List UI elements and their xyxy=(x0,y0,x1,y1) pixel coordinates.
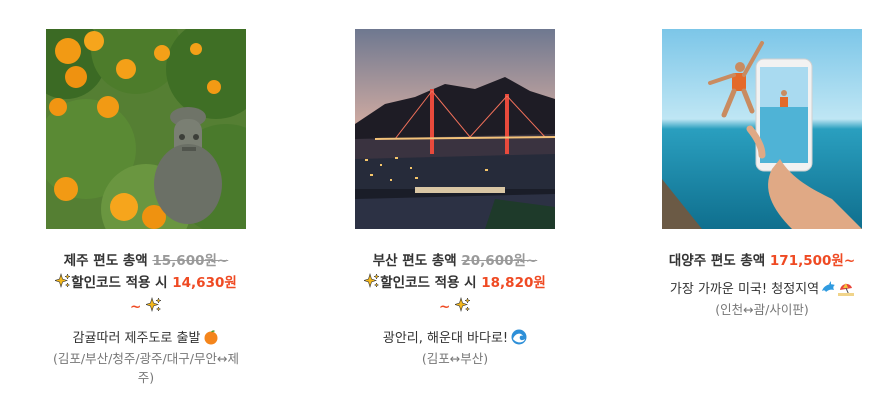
discount-price: 18,820원 xyxy=(481,275,546,291)
product-card-oceania[interactable]: 대양주 편도 총액 171,500원~ 가장 가까운 미국! 청정지역 (인천↔… xyxy=(662,29,862,319)
description-text: 감귤따러 제주도로 출발 xyxy=(72,331,201,346)
route-info-jeju: (김포/부산/청주/광주/대구/무안↔제주) xyxy=(53,351,239,385)
tangerine-icon xyxy=(204,330,218,345)
discount-code-line-end: ~ xyxy=(46,295,246,319)
product-image-oceania[interactable] xyxy=(662,29,862,229)
route-info-oceania: (인천↔괌/사이판) xyxy=(715,302,809,317)
sparkles-icon xyxy=(455,297,471,313)
product-title-busan: 부산 편도 총액 20,600원~ xyxy=(355,251,555,271)
original-price: 15,600원~ xyxy=(152,253,229,269)
sparkles-icon xyxy=(364,273,381,289)
product-description-oceania: 가장 가까운 미국! 청정지역 xyxy=(662,280,862,300)
route-fare-label: 제주 편도 총액 xyxy=(63,253,148,269)
product-description-jeju: 감귤따러 제주도로 출발 xyxy=(46,329,246,349)
discount-code-line: 할인코드 적용 시 18,820원 xyxy=(355,271,555,295)
promo-product-grid: 제주 편도 총액 15,600원~ 할인코드 적용 시 14,630원 ~ 감귤… xyxy=(0,0,893,405)
product-image-busan[interactable] xyxy=(355,29,555,229)
discount-price: 14,630원 xyxy=(172,275,237,291)
original-price: 20,600원~ xyxy=(461,253,538,269)
product-title-jeju: 제주 편도 총액 15,600원~ xyxy=(46,251,246,271)
sparkles-icon xyxy=(55,273,72,289)
price-tilde: ~ xyxy=(438,299,451,315)
route-fare-label: 대양주 편도 총액 xyxy=(668,253,766,269)
product-description-busan: 광안리, 해운대 바다로! xyxy=(355,329,555,349)
dolphin-icon xyxy=(822,281,836,292)
route-fare-label: 부산 편도 총액 xyxy=(372,253,457,269)
beach-umbrella-icon xyxy=(838,283,855,296)
route-info-busan: (김포↔부산) xyxy=(421,351,489,366)
product-image-jeju[interactable] xyxy=(46,29,246,229)
discount-code-line-end: ~ xyxy=(355,295,555,319)
product-card-jeju[interactable]: 제주 편도 총액 15,600원~ 할인코드 적용 시 14,630원 ~ 감귤… xyxy=(46,29,246,387)
discount-code-line: 할인코드 적용 시 14,630원 xyxy=(46,271,246,295)
description-text: 광안리, 해운대 바다로! xyxy=(382,331,509,346)
price-tilde: ~ xyxy=(129,299,142,315)
discount-code-label: 할인코드 적용 시 xyxy=(71,275,168,291)
description-text: 가장 가까운 미국! 청정지역 xyxy=(669,282,820,297)
sparkles-icon xyxy=(146,297,162,313)
jeju-photo xyxy=(46,29,246,229)
busan-photo xyxy=(355,29,555,229)
discount-code-label: 할인코드 적용 시 xyxy=(380,275,477,291)
fare-price: 171,500원~ xyxy=(769,253,856,269)
product-title-oceania: 대양주 편도 총액 171,500원~ xyxy=(662,251,862,271)
product-card-busan[interactable]: 부산 편도 총액 20,600원~ 할인코드 적용 시 18,820원 ~ 광안… xyxy=(355,29,555,368)
wave-icon xyxy=(511,329,527,345)
oceania-photo xyxy=(662,29,862,229)
